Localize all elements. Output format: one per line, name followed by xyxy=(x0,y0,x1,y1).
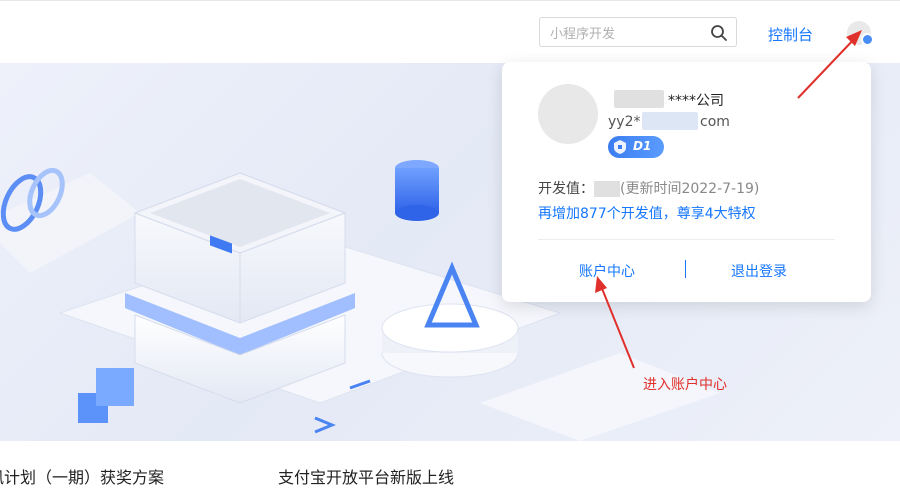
annotation-label: 进入账户中心 xyxy=(643,377,727,393)
annotation-arrows xyxy=(595,30,862,369)
arrow-to-account-center xyxy=(595,276,635,369)
arrow-to-avatar xyxy=(797,30,862,99)
